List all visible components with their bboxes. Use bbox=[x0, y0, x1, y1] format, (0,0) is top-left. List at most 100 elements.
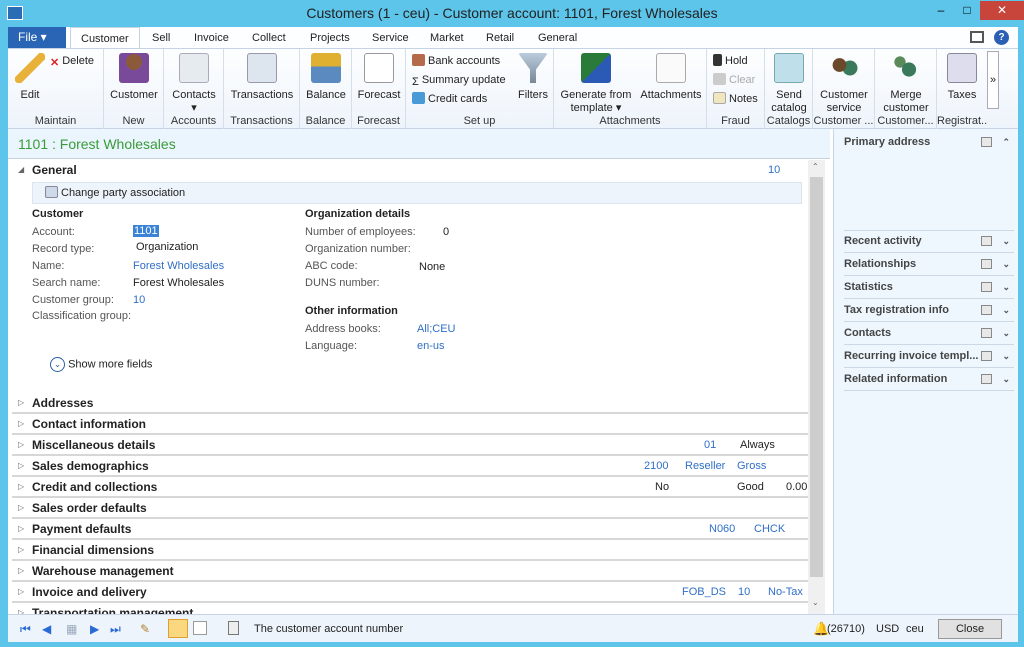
minimize-button[interactable]: – bbox=[928, 1, 954, 20]
fasttab-credit-and-collections[interactable]: ▷ Credit and collections No Good 0.00 bbox=[12, 477, 808, 498]
tab-collect[interactable]: Collect bbox=[242, 27, 296, 49]
factbox-details-icon[interactable] bbox=[981, 259, 992, 269]
maximize-button[interactable]: □ bbox=[954, 1, 980, 20]
show-more-fields-button[interactable]: ⌄ Show more fields bbox=[50, 357, 152, 372]
currency-indicator[interactable]: USD bbox=[876, 623, 899, 635]
chevron-down-icon[interactable]: ⌄ bbox=[1002, 276, 1010, 298]
chevron-down-icon[interactable]: ⌄ bbox=[1002, 299, 1010, 321]
factbox-details-icon[interactable] bbox=[981, 374, 992, 384]
fasttab-sales-order-defaults[interactable]: ▷ Sales order defaults bbox=[12, 498, 808, 519]
chevron-down-icon[interactable]: ⌄ bbox=[1002, 368, 1010, 390]
attachment-icon[interactable] bbox=[228, 621, 239, 635]
fasttab-contact-information[interactable]: ▷ Contact information bbox=[12, 414, 808, 435]
address-books-link[interactable]: All;CEU bbox=[417, 323, 456, 335]
first-record-icon[interactable]: ⏮ bbox=[20, 622, 31, 637]
close-button[interactable]: Close bbox=[938, 619, 1002, 639]
tab-projects[interactable]: Projects bbox=[300, 27, 360, 49]
factbox-details-icon[interactable] bbox=[981, 137, 992, 147]
scroll-down-icon[interactable]: ⌄ bbox=[812, 598, 819, 607]
fasttab-general[interactable]: ◢ General 10 bbox=[12, 160, 808, 181]
customer-group-link[interactable]: 10 bbox=[133, 294, 145, 306]
edit-pencil-icon[interactable]: ✎ bbox=[140, 622, 150, 636]
company-indicator[interactable]: ceu bbox=[906, 623, 924, 635]
balance-button[interactable]: Balance bbox=[302, 51, 350, 102]
tab-invoice[interactable]: Invoice bbox=[184, 27, 239, 49]
name-link[interactable]: Forest Wholesales bbox=[133, 260, 224, 272]
customer-service-button[interactable]: Customer service bbox=[815, 51, 873, 115]
factbox-relationships[interactable]: Relationships ⌄ bbox=[844, 253, 1014, 276]
factbox-recurring-invoice-templ[interactable]: Recurring invoice templ... ⌄ bbox=[844, 345, 1014, 368]
factbox-tax-registration-info[interactable]: Tax registration info ⌄ bbox=[844, 299, 1014, 322]
factbox-primary-address[interactable]: Primary address ⌃ bbox=[844, 131, 1014, 231]
fasttab-financial-dimensions[interactable]: ▷ Financial dimensions bbox=[12, 540, 808, 561]
forecast-button[interactable]: Forecast bbox=[354, 51, 404, 102]
transactions-button[interactable]: Transactions bbox=[228, 51, 296, 102]
attachments-button[interactable]: Attachments bbox=[638, 51, 704, 102]
employees-value[interactable]: 0 bbox=[443, 226, 449, 238]
fasttab-payment-defaults[interactable]: ▷ Payment defaults N060 CHCK bbox=[12, 519, 808, 540]
tab-retail[interactable]: Retail bbox=[476, 27, 524, 49]
credit-cards-button[interactable]: Credit cards bbox=[412, 90, 487, 108]
hold-button[interactable]: Hold bbox=[713, 52, 748, 70]
chevron-down-icon[interactable]: ⌄ bbox=[1002, 322, 1010, 344]
generate-from-template-button[interactable]: Generate from template ▾ bbox=[556, 51, 636, 115]
fasttab-warehouse-management[interactable]: ▷ Warehouse management bbox=[12, 561, 808, 582]
taxes-button[interactable]: Taxes bbox=[939, 51, 985, 102]
summary-update-button[interactable]: Σ Summary update bbox=[412, 71, 506, 89]
fasttab-miscellaneous-details[interactable]: ▷ Miscellaneous details 01 Always bbox=[12, 435, 808, 456]
chevron-down-icon[interactable]: ⌄ bbox=[1002, 345, 1010, 367]
alerts-count[interactable]: (26710) bbox=[827, 623, 865, 635]
fasttab-transportation-management[interactable]: ▷ Transportation management bbox=[12, 603, 808, 614]
factbox-details-icon[interactable] bbox=[981, 351, 992, 361]
scroll-up-icon[interactable]: ⌃ bbox=[812, 162, 819, 171]
factbox-details-icon[interactable] bbox=[981, 328, 992, 338]
fasttab-sales-demographics[interactable]: ▷ Sales demographics 2100 Reseller Gross bbox=[12, 456, 808, 477]
fasttab-addresses[interactable]: ▷ Addresses bbox=[12, 393, 808, 414]
grid-view-icon[interactable]: ▦ bbox=[66, 622, 77, 636]
close-window-button[interactable]: ✕ bbox=[980, 1, 1024, 20]
factbox-statistics[interactable]: Statistics ⌄ bbox=[844, 276, 1014, 299]
scrollbar-thumb[interactable] bbox=[810, 177, 823, 577]
account-field[interactable]: 1101 bbox=[133, 225, 159, 237]
layout-icon[interactable] bbox=[970, 31, 984, 43]
delete-button[interactable]: ✕ Delete bbox=[50, 52, 94, 70]
notes-button[interactable]: Notes bbox=[713, 90, 758, 108]
factbox-contacts[interactable]: Contacts ⌄ bbox=[844, 322, 1014, 345]
factbox-details-icon[interactable] bbox=[981, 305, 992, 315]
file-menu-button[interactable]: File ▾ bbox=[8, 27, 66, 48]
new-customer-button[interactable]: Customer bbox=[108, 51, 160, 102]
list-view-icon[interactable] bbox=[193, 621, 207, 635]
chevron-down-icon[interactable]: ⌄ bbox=[1002, 253, 1010, 275]
merge-customer-button[interactable]: Merge customer bbox=[877, 51, 935, 115]
help-icon[interactable]: ? bbox=[994, 30, 1009, 45]
language-link[interactable]: en-us bbox=[417, 340, 445, 352]
tab-sell[interactable]: Sell bbox=[142, 27, 180, 49]
tab-customer[interactable]: Customer bbox=[70, 27, 140, 50]
tab-market[interactable]: Market bbox=[420, 27, 474, 49]
tab-service[interactable]: Service bbox=[362, 27, 419, 49]
search-name-field[interactable]: Forest Wholesales bbox=[133, 277, 224, 289]
factbox-details-icon[interactable] bbox=[981, 236, 992, 246]
contacts-button[interactable]: Contacts ▾ bbox=[168, 51, 220, 115]
send-catalog-button[interactable]: Send catalog bbox=[767, 51, 811, 115]
ribbon-overflow-button[interactable]: » bbox=[987, 51, 999, 109]
factbox-details-icon[interactable] bbox=[981, 282, 992, 292]
last-record-icon[interactable]: ⏭ bbox=[110, 622, 121, 637]
factbox-related-information[interactable]: Related information ⌄ bbox=[844, 368, 1014, 391]
bank-accounts-button[interactable]: Bank accounts bbox=[412, 52, 500, 70]
chevron-up-icon[interactable]: ⌃ bbox=[1002, 131, 1010, 153]
expand-triangle-icon: ▷ bbox=[18, 419, 25, 428]
change-party-association-button[interactable]: Change party association bbox=[32, 182, 802, 204]
edit-button[interactable]: Edit bbox=[12, 51, 48, 102]
clear-button[interactable]: Clear bbox=[713, 71, 755, 89]
factbox-recent-activity[interactable]: Recent activity ⌄ bbox=[844, 230, 1014, 253]
details-view-icon[interactable] bbox=[168, 619, 188, 638]
fasttab-invoice-and-delivery[interactable]: ▷ Invoice and delivery FOB_DS 10 No-Tax bbox=[12, 582, 808, 603]
abc-code-value[interactable]: None bbox=[419, 261, 445, 273]
vertical-scrollbar[interactable]: ⌃ ⌄ bbox=[808, 160, 825, 614]
tab-general[interactable]: General bbox=[528, 27, 587, 49]
previous-record-icon[interactable]: ◀ bbox=[42, 622, 51, 636]
next-record-icon[interactable]: ▶ bbox=[90, 622, 99, 636]
chevron-down-icon[interactable]: ⌄ bbox=[1002, 230, 1010, 252]
filters-button[interactable]: Filters bbox=[514, 51, 552, 102]
